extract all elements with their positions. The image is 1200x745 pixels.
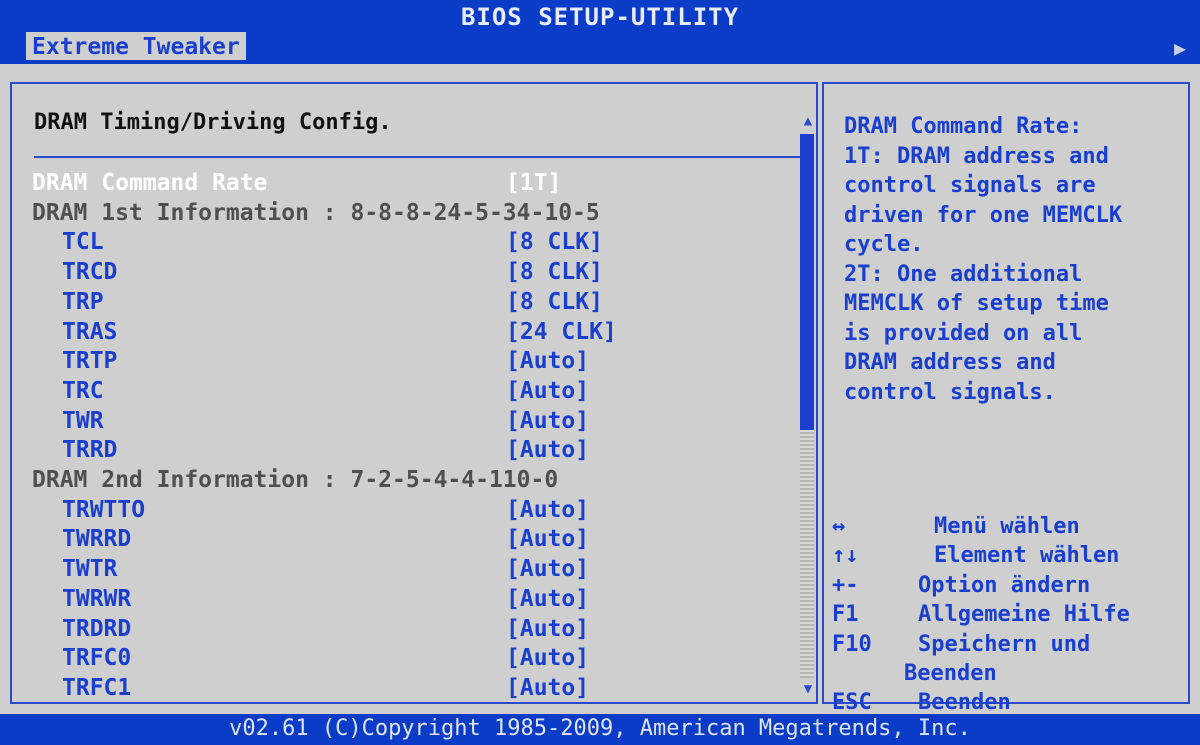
key-label: F1 — [832, 602, 859, 628]
setting-label: TRRD — [62, 437, 118, 464]
setting-value[interactable]: [Auto] — [506, 524, 589, 554]
setting-value[interactable]: [Auto] — [506, 584, 589, 614]
help-line: driven for one MEMCLK — [844, 202, 1123, 228]
setting-value[interactable]: [Auto] — [506, 554, 589, 584]
copyright-footer: v02.61 (C)Copyright 1985-2009, American … — [0, 714, 1200, 745]
key-legend-row: +- Option ändern — [832, 571, 1182, 601]
setting-value[interactable]: [24 CLK] — [506, 317, 617, 347]
setting-value[interactable]: [Auto] — [506, 495, 589, 525]
setting-label: TRFC1 — [62, 674, 132, 701]
setting-label: TRWTTO — [62, 496, 146, 523]
setting-label: TRDRD — [62, 615, 132, 642]
key-description: Speichern und — [918, 631, 1091, 657]
info-row: DRAM 2nd Information : 7-2-5-4-4-110-0 — [32, 465, 792, 495]
content-area: DRAM Timing/Driving Config. DRAM Command… — [0, 64, 1200, 715]
setting-label: DRAM Command Rate — [32, 170, 268, 196]
scroll-thumb[interactable] — [800, 134, 814, 430]
setting-value[interactable]: [Auto] — [506, 673, 589, 703]
setting-row[interactable]: TRFC1 [Auto] — [32, 673, 792, 703]
setting-value[interactable]: [8 CLK] — [506, 257, 603, 287]
setting-row[interactable]: TWRRD [Auto] — [32, 524, 792, 554]
setting-value[interactable]: [Auto] — [506, 406, 589, 436]
info-row: DRAM 1st Information : 8-8-8-24-5-34-10-… — [32, 198, 792, 228]
key-description: Beenden — [904, 661, 997, 686]
setting-row[interactable]: TRWTTO [Auto] — [32, 495, 792, 525]
setting-label: TWTR — [62, 556, 118, 583]
key-label: ↑↓ — [832, 543, 859, 569]
key-description: Element wählen — [934, 543, 1120, 569]
setting-row[interactable]: TRP [8 CLK] — [32, 287, 792, 317]
help-line: cycle. — [844, 232, 924, 257]
help-line: 1T: DRAM address and — [844, 143, 1109, 169]
tab-extreme-tweaker[interactable]: Extreme Tweaker — [26, 32, 246, 60]
setting-value[interactable]: [8 CLK] — [506, 227, 603, 257]
key-label: ↔ — [832, 514, 846, 539]
help-line: control signals. — [844, 379, 1056, 405]
setting-row[interactable]: TRTP [Auto] — [32, 346, 792, 376]
setting-value[interactable]: [Auto] — [506, 376, 589, 406]
key-label: +- — [832, 572, 859, 598]
scroll-up-icon[interactable]: ▲ — [800, 112, 816, 130]
window-title: BIOS SETUP-UTILITY — [0, 0, 1200, 32]
help-line: MEMCLK of setup time — [844, 291, 1109, 316]
help-panel: DRAM Command Rate: 1T: DRAM address and co… — [822, 82, 1190, 715]
menu-bar: Extreme Tweaker ▶ — [0, 32, 1200, 64]
scrollbar[interactable]: ▲ ▼ — [800, 112, 816, 702]
setting-label: TRTP — [62, 348, 118, 375]
setting-label: TWRRD — [62, 526, 132, 553]
setting-label: TRP — [62, 288, 104, 315]
setting-row[interactable]: TCL [8 CLK] — [32, 227, 792, 257]
setting-row[interactable]: TRC [Auto] — [32, 376, 792, 406]
key-legend-row: Beenden — [832, 659, 1182, 689]
setting-label: TCL — [62, 229, 104, 256]
help-text: DRAM Command Rate: 1T: DRAM address and co… — [844, 112, 1184, 407]
settings-panel: DRAM Timing/Driving Config. DRAM Command… — [10, 82, 818, 704]
setting-row[interactable]: TWR [Auto] — [32, 406, 792, 436]
setting-row[interactable]: TRRD [Auto] — [32, 435, 792, 465]
key-legend-row: F1 Allgemeine Hilfe — [832, 600, 1182, 630]
help-line: control signals are — [844, 173, 1096, 198]
key-label: F10 — [832, 631, 872, 657]
setting-value[interactable]: [1T] — [506, 168, 561, 198]
key-description: Menü wählen — [934, 514, 1080, 539]
setting-label: TWR — [62, 407, 104, 434]
setting-value[interactable]: [Auto] — [506, 643, 589, 673]
setting-label: DRAM 2nd Information : 7-2-5-4-4-110-0 — [32, 467, 559, 493]
help-line: 2T: One additional — [844, 261, 1083, 287]
help-line: DRAM Command Rate: — [844, 114, 1083, 139]
key-description: Option ändern — [918, 572, 1091, 598]
menu-right-arrow-icon[interactable]: ▶ — [1174, 36, 1186, 60]
setting-label: TRC — [62, 377, 104, 404]
setting-label: TRCD — [62, 259, 118, 286]
setting-row[interactable]: TWTR [Auto] — [32, 554, 792, 584]
setting-value[interactable]: [8 CLK] — [506, 287, 603, 317]
help-line: is provided on all — [844, 320, 1083, 346]
help-line: DRAM address and — [844, 350, 1056, 375]
key-legend-row: ↔ Menü wählen — [832, 512, 1182, 542]
setting-row[interactable]: DRAM Command Rate [1T] — [32, 168, 792, 198]
setting-label: TRFC0 — [62, 645, 132, 672]
setting-row[interactable]: TRCD [8 CLK] — [32, 257, 792, 287]
setting-label: TRAS — [62, 318, 118, 345]
setting-row[interactable]: TRAS [24 CLK] — [32, 317, 792, 347]
setting-value[interactable]: [Auto] — [506, 346, 589, 376]
scroll-down-icon[interactable]: ▼ — [800, 680, 816, 698]
setting-row[interactable]: TRFC0 [Auto] — [32, 643, 792, 673]
section-title: DRAM Timing/Driving Config. — [34, 110, 392, 135]
setting-value[interactable]: [Auto] — [506, 435, 589, 465]
setting-label: TWRWR — [62, 585, 132, 612]
key-legend-row: ↑↓ Element wählen — [832, 541, 1182, 571]
key-description: Allgemeine Hilfe — [918, 602, 1130, 628]
section-divider — [34, 156, 804, 158]
setting-row[interactable]: TRDRD [Auto] — [32, 614, 792, 644]
setting-label: DRAM 1st Information : 8-8-8-24-5-34-10-… — [32, 199, 600, 226]
setting-row[interactable]: TWRWR [Auto] — [32, 584, 792, 614]
key-legend-row: F10 Speichern und — [832, 630, 1182, 660]
setting-value[interactable]: [Auto] — [506, 614, 589, 644]
